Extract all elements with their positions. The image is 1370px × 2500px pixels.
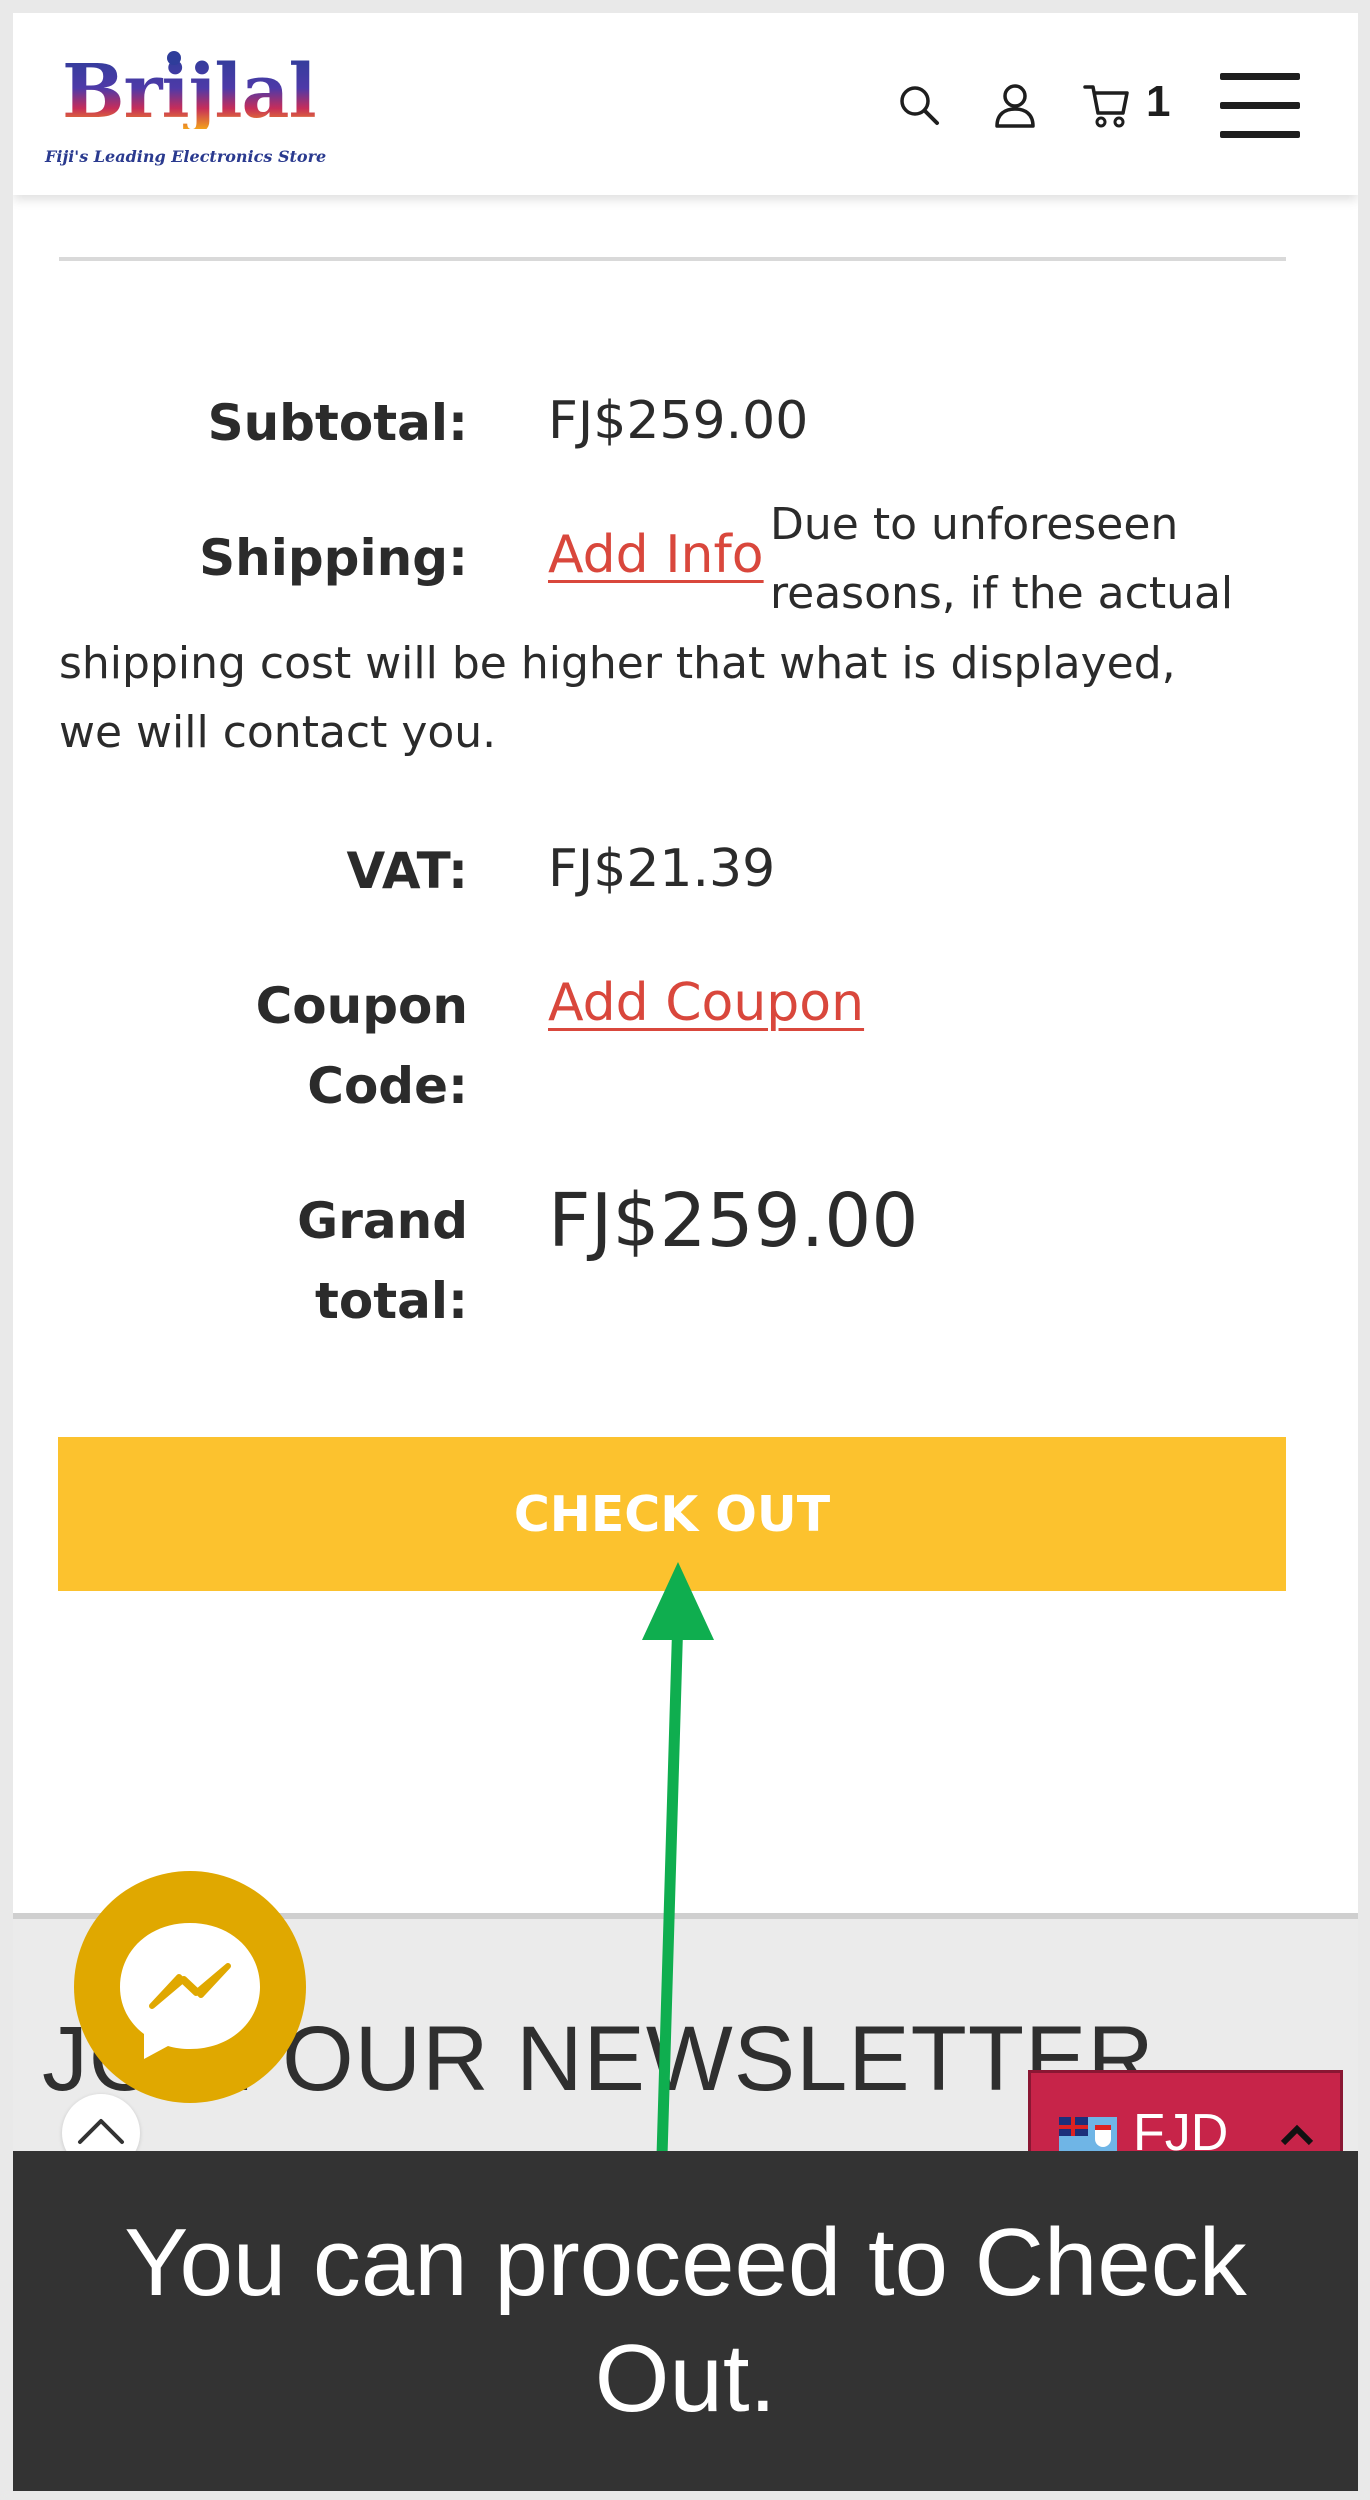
fiji-flag-icon (1059, 2117, 1117, 2155)
brijlal-logo[interactable]: Brijlal Fiji's Leading Electronics Store (40, 37, 326, 167)
hamburger-menu-icon[interactable] (1220, 73, 1300, 139)
coupon-label-line-1: Coupon (255, 977, 468, 1035)
vat-label: VAT: (346, 842, 468, 900)
user-icon[interactable] (991, 81, 1039, 129)
add-coupon-link[interactable]: Add Coupon (548, 973, 864, 1033)
grand-total-value: FJ$259.00 (548, 1178, 919, 1264)
shipping-note-line-2: reasons, if the actual (770, 568, 1234, 619)
search-icon[interactable] (895, 81, 943, 129)
messenger-icon (120, 1923, 260, 2059)
grand-total-label-line-1: Grand (297, 1192, 468, 1250)
vat-value: FJ$21.39 (548, 839, 776, 899)
grand-total-label-line-2: total: (314, 1272, 468, 1330)
cart-count-badge[interactable]: 1 (1146, 77, 1170, 127)
messenger-chat-button[interactable] (74, 1871, 306, 2103)
shipping-note-line-1: Due to unforeseen (770, 499, 1179, 550)
logo-tagline: Fiji's Leading Electronics Store (45, 147, 327, 166)
shipping-label: Shipping: (199, 529, 468, 587)
chevron-up-icon (1280, 2124, 1314, 2146)
logo-wordmark: Brijlal (62, 49, 317, 135)
tutorial-caption: You can proceed to Check Out. (13, 2151, 1358, 2491)
page-frame: Brijlal Fiji's Leading Electronics Store… (13, 13, 1358, 2491)
subtotal-value: FJ$259.00 (548, 391, 809, 451)
tutorial-caption-text: You can proceed to Check Out. (124, 2209, 1247, 2432)
shipping-note-line-3: shipping cost will be higher that what i… (59, 638, 1176, 689)
site-header: Brijlal Fiji's Leading Electronics Store… (13, 13, 1358, 195)
logo-dot (167, 51, 181, 65)
shipping-note-line-4: we will contact you. (59, 707, 497, 758)
coupon-label-line-2: Code: (307, 1057, 468, 1115)
cart-icon[interactable] (1083, 81, 1131, 129)
checkout-button[interactable]: CHECK OUT (58, 1437, 1286, 1591)
subtotal-label: Subtotal: (207, 394, 468, 452)
shipping-add-info-link[interactable]: Add Info (548, 525, 764, 585)
currency-switcher[interactable]: FJD (1028, 2070, 1343, 2162)
section-divider (59, 257, 1286, 261)
